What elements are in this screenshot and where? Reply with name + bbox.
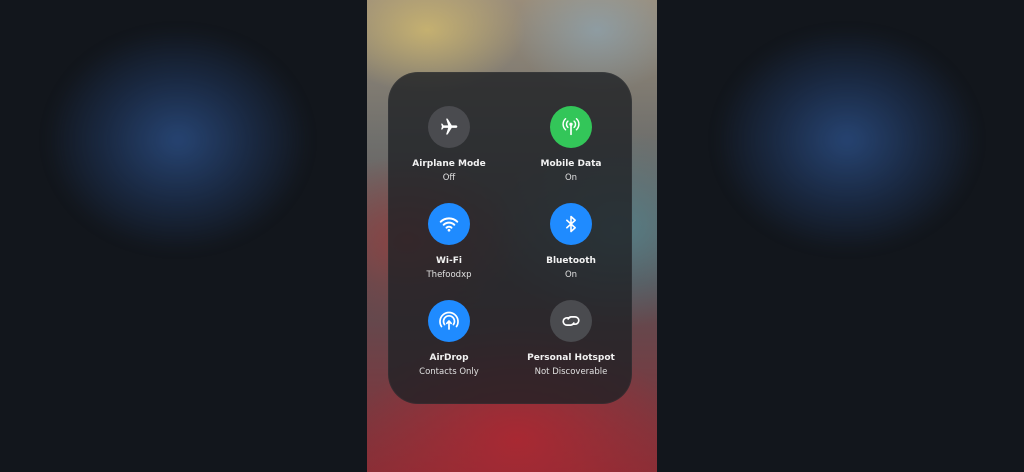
airdrop-tile: AirDrop Contacts Only — [388, 300, 510, 378]
blurred-backdrop-left — [0, 0, 367, 472]
personal-hotspot-status: Not Discoverable — [534, 367, 608, 377]
bluetooth-toggle[interactable] — [550, 203, 592, 245]
personal-hotspot-toggle[interactable] — [550, 300, 592, 342]
airplane-icon — [439, 117, 459, 137]
airdrop-status: Contacts Only — [419, 367, 479, 377]
personal-hotspot-label: Personal Hotspot — [527, 353, 615, 363]
hotspot-link-icon — [560, 310, 582, 332]
wifi-network-name: Thefoodxp — [426, 270, 472, 280]
wifi-label: Wi-Fi — [436, 256, 462, 266]
bluetooth-tile: Bluetooth On — [510, 203, 632, 281]
mobile-data-status: On — [564, 173, 578, 183]
bluetooth-status: On — [564, 270, 578, 280]
mobile-data-label: Mobile Data — [540, 159, 602, 169]
wifi-tile: Wi-Fi Thefoodxp — [388, 203, 510, 281]
airdrop-toggle[interactable] — [428, 300, 470, 342]
airdrop-label: AirDrop — [429, 353, 469, 363]
mobile-data-toggle[interactable] — [550, 106, 592, 148]
blurred-backdrop-right — [657, 0, 1024, 472]
wifi-icon — [438, 213, 460, 235]
airplane-mode-label: Airplane Mode — [412, 159, 486, 169]
backdrop-glow — [717, 30, 977, 250]
bluetooth-icon — [561, 214, 581, 234]
backdrop-glow — [48, 30, 308, 250]
mobile-data-tile: Mobile Data On — [510, 106, 632, 184]
airplane-mode-toggle[interactable] — [428, 106, 470, 148]
airdrop-icon — [437, 309, 461, 333]
screen: Airplane Mode Off Mobile Data On Wi-Fi T… — [0, 0, 1024, 472]
wifi-toggle[interactable] — [428, 203, 470, 245]
bluetooth-label: Bluetooth — [546, 256, 596, 266]
antenna-icon — [560, 116, 582, 138]
airplane-mode-tile: Airplane Mode Off — [388, 106, 510, 184]
personal-hotspot-tile: Personal Hotspot Not Discoverable — [510, 300, 632, 378]
connectivity-panel: Airplane Mode Off Mobile Data On Wi-Fi T… — [388, 72, 632, 404]
airplane-mode-status: Off — [442, 173, 456, 183]
